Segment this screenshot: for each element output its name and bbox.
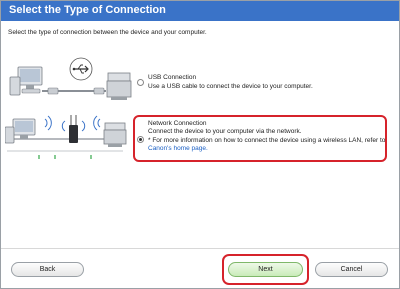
computer-icon bbox=[9, 66, 43, 96]
wifi-icon bbox=[44, 115, 52, 131]
usb-connection-title: USB Connection bbox=[148, 74, 197, 81]
cancel-button[interactable]: Cancel bbox=[315, 262, 388, 277]
page-title: Select the Type of Connection bbox=[9, 4, 166, 16]
instruction-text: Select the type of connection between th… bbox=[8, 29, 207, 36]
network-connection-note: * For more information on how to connect… bbox=[148, 137, 386, 144]
usb-connection-radio[interactable] bbox=[137, 79, 144, 86]
canon-home-page-link[interactable]: Canon's home page. bbox=[148, 145, 208, 152]
network-connection-radio[interactable] bbox=[137, 136, 144, 143]
usb-icon bbox=[69, 57, 93, 81]
back-button[interactable]: Back bbox=[11, 262, 84, 277]
usb-connection-description: Use a USB cable to connect the device to… bbox=[148, 83, 313, 90]
dialog-header: Select the Type of Connection bbox=[1, 1, 399, 21]
router-icon bbox=[69, 115, 78, 143]
network-connection-illustration bbox=[5, 107, 130, 167]
footer-divider bbox=[1, 248, 399, 249]
printer-icon bbox=[106, 72, 132, 100]
usb-connection-illustration bbox=[8, 55, 133, 107]
next-button[interactable]: Next bbox=[228, 262, 303, 277]
network-connection-description: Connect the device to your computer via … bbox=[148, 128, 302, 135]
printer-icon bbox=[103, 122, 127, 147]
network-connection-title: Network Connection bbox=[148, 120, 207, 127]
wifi-icon bbox=[93, 115, 101, 131]
